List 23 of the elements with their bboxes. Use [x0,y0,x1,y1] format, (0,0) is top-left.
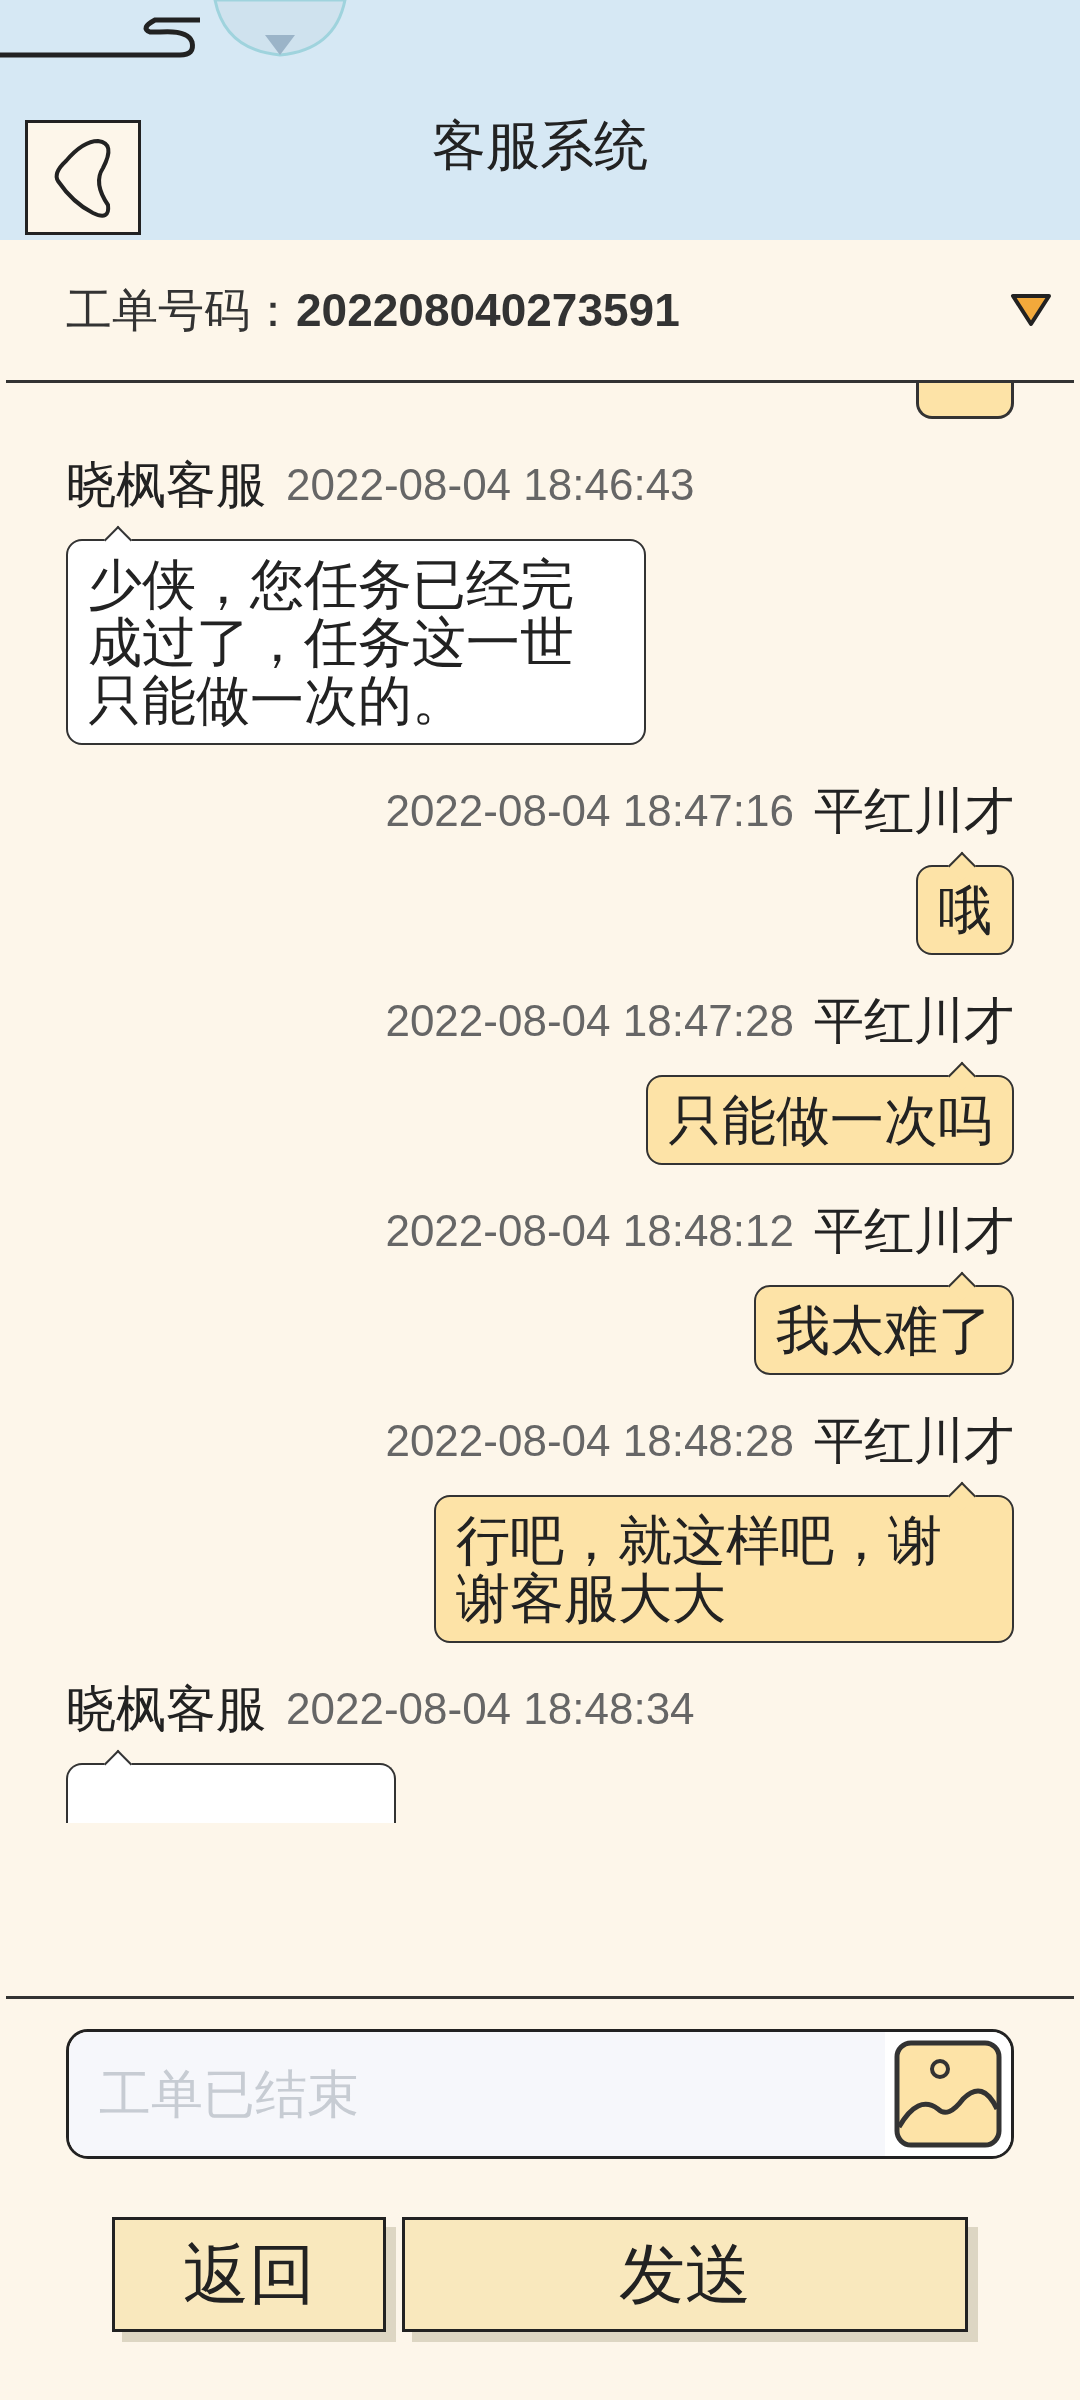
message-time: 2022-08-04 18:48:12 [385,1205,794,1257]
sender-name: 晓枫客服 [66,1680,266,1739]
page-title: 客服系统 [432,114,648,177]
message-text: 少侠，您任务已经完成过了，任务这一世只能做一次的。 [88,555,575,729]
image-button[interactable] [885,2032,1011,2156]
message-text: 我太难了 [776,1301,992,1359]
sender-name: 晓枫客服 [66,456,266,515]
sender-name: 平红川才 [814,1202,1014,1261]
dropdown-icon[interactable] [1010,292,1052,328]
sender-name: 平红川才 [814,782,1014,841]
message-text: 行吧，就这样吧，谢谢客服大大 [456,1511,943,1627]
sender-name: 平红川才 [814,1412,1014,1471]
back-button[interactable] [25,120,141,235]
image-icon [893,2039,1003,2149]
message-time: 2022-08-04 18:47:16 [385,785,794,837]
message-text: 哦 [938,881,992,939]
message-time: 2022-08-04 18:47:28 [385,995,794,1047]
message-text: 只能做一次吗 [668,1091,992,1149]
message-time: 2022-08-04 18:48:34 [286,1683,695,1735]
order-number: 工单号码：202208040273591 [66,282,680,338]
message-time: 2022-08-04 18:46:43 [286,459,695,511]
message-time: 2022-08-04 18:48:28 [385,1415,794,1467]
sender-name: 平红川才 [814,992,1014,1051]
